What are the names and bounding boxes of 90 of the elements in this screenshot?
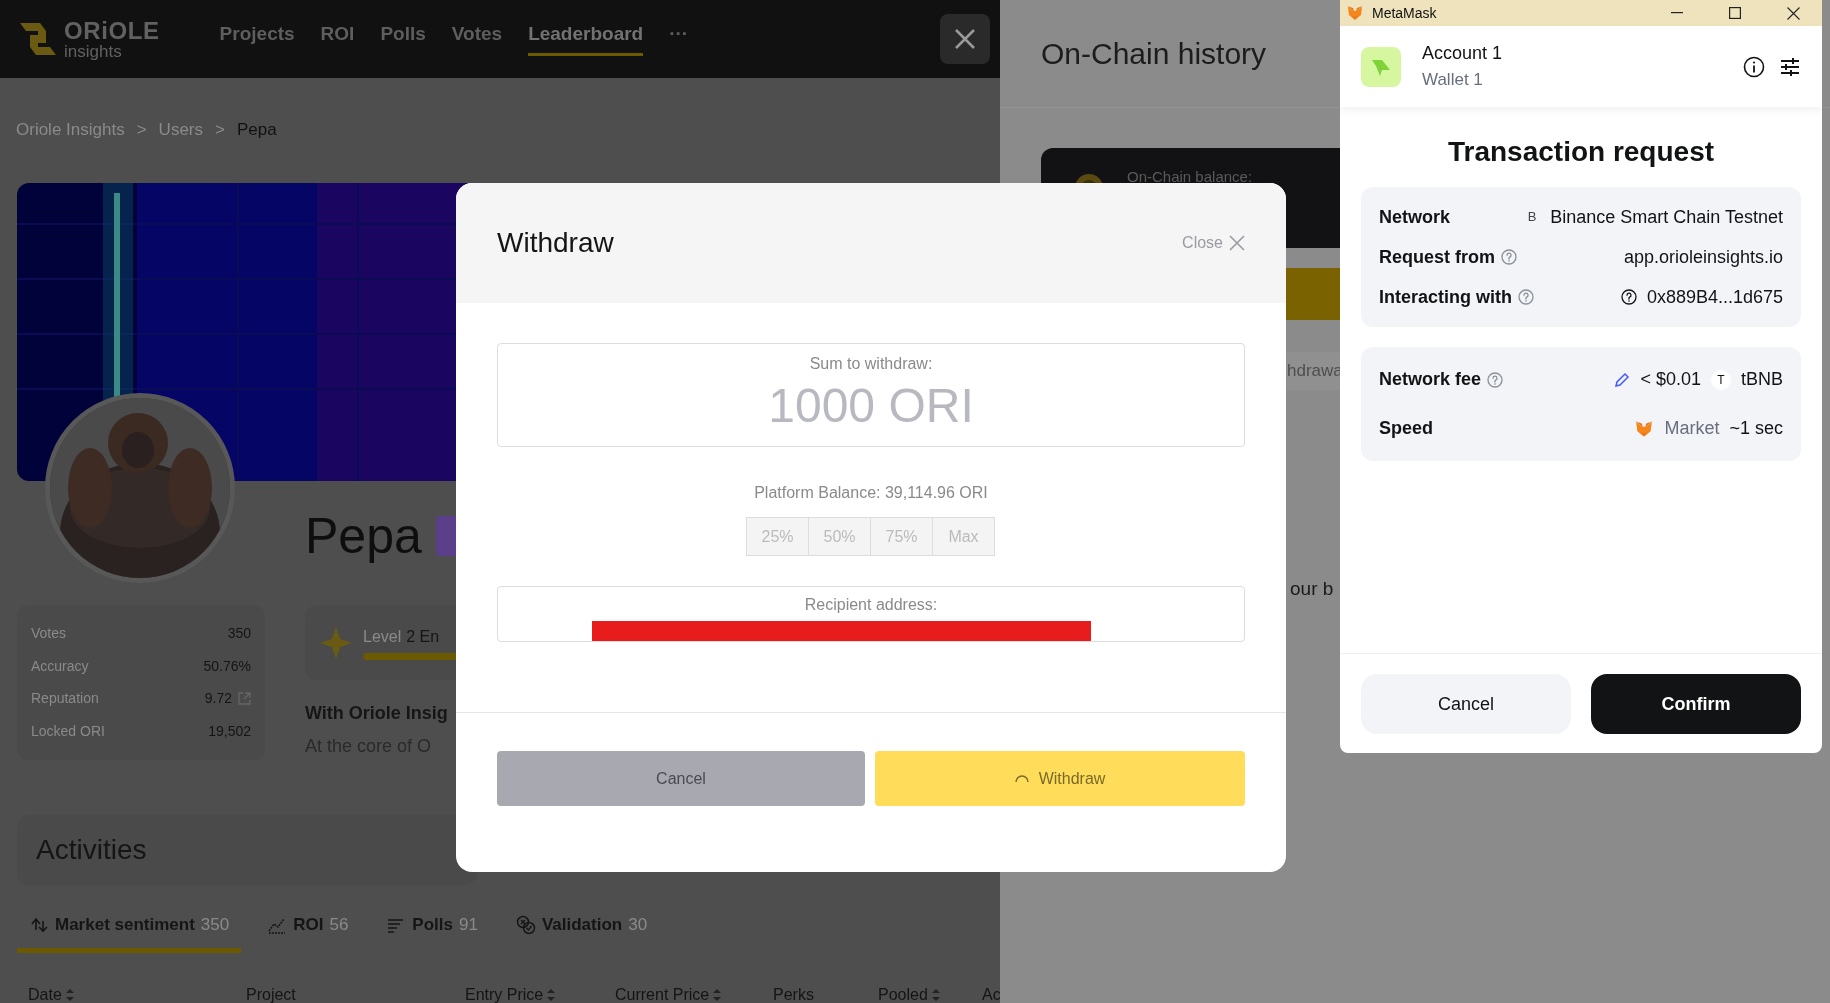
sort-icon (713, 988, 722, 1001)
close-icon (1229, 235, 1245, 251)
close-icon (1786, 6, 1800, 20)
breadcrumb-link[interactable]: Users (158, 117, 203, 143)
maximize-icon (1729, 7, 1741, 19)
column-header[interactable]: Project (246, 982, 296, 1003)
speed-eta: ~1 sec (1729, 417, 1783, 440)
settings-button[interactable] (1779, 55, 1801, 78)
percent-button[interactable]: 75% (870, 517, 933, 556)
detail-label: Network fee (1379, 368, 1482, 391)
user-name: Pepa (305, 511, 422, 561)
close-icon (953, 27, 977, 51)
activity-tab[interactable]: Validation 30 (503, 912, 660, 953)
stat-label: Reputation (31, 689, 99, 709)
balance-label: On-Chain balance: (1127, 167, 1253, 187)
external-link-icon (238, 692, 251, 706)
close-button[interactable] (940, 14, 990, 64)
edit-fee-button[interactable] (1614, 371, 1631, 388)
drawer-title: On-Chain history (1041, 36, 1267, 72)
logo-tagline: insights (64, 42, 123, 60)
token-name: tBNB (1741, 368, 1783, 391)
help-icon (1501, 249, 1517, 265)
unknown-contract-icon (1620, 289, 1637, 305)
recipient-field[interactable]: Recipient address: (497, 586, 1245, 642)
network-symbol: B (1526, 208, 1538, 227)
about-title: With Oriole Insig (305, 702, 449, 725)
detail-value: 0x889B4...1d675 (1646, 285, 1783, 309)
detail-value: app.orioleinsights.io (1623, 245, 1783, 269)
star-icon (319, 625, 353, 660)
sort-icon (547, 988, 556, 1001)
level-label: Level (363, 627, 402, 647)
balance-text: our b (1290, 577, 1335, 601)
info-icon (1743, 55, 1765, 78)
validation-icon (515, 914, 536, 935)
activity-tab[interactable]: ROI 56 (255, 912, 361, 953)
nav-link[interactable]: Polls (380, 12, 426, 56)
percent-button[interactable]: 25% (746, 517, 809, 556)
stat-label: Accuracy (31, 656, 89, 676)
sort-icon (65, 988, 74, 1001)
nav-link[interactable]: Votes (451, 12, 503, 56)
stat-label: Locked ORI (31, 722, 105, 742)
activity-tab[interactable]: Polls 91 (374, 912, 490, 953)
breadcrumb-link[interactable]: Oriole Insights (16, 117, 125, 143)
pencil-icon (1614, 371, 1631, 388)
column-header[interactable]: Ac (982, 982, 1000, 1003)
activity-tab[interactable]: Market sentiment 350 (17, 912, 242, 953)
detail-label: Network (1379, 205, 1450, 229)
column-header[interactable]: Perks (773, 982, 814, 1003)
minimize-icon (1671, 12, 1683, 14)
amount-field[interactable]: Sum to withdraw: 1000 ORI (497, 343, 1245, 447)
account-name: Account 1 (1422, 42, 1503, 66)
column-header[interactable]: Entry Price (465, 982, 544, 1003)
info-button[interactable] (1743, 55, 1765, 78)
percent-button[interactable]: Max (932, 517, 995, 556)
fox-icon (1346, 5, 1364, 21)
detail-value: Binance Smart Chain Testnet (1550, 205, 1783, 229)
fee-value: < $0.01 (1640, 368, 1701, 391)
cancel-button[interactable]: Cancel (497, 751, 865, 806)
help-icon (1518, 289, 1534, 305)
fox-icon (1634, 419, 1655, 438)
withdraw-button[interactable]: Withdraw (875, 751, 1245, 806)
dialog-title: Transaction request (1446, 135, 1716, 169)
tab-label: hdrawa (1287, 360, 1343, 383)
close-button[interactable]: Close (1182, 231, 1245, 255)
nav-link[interactable]: Projects (219, 12, 295, 56)
breadcrumb-separator: > (136, 119, 147, 142)
detail-label: Interacting with (1379, 285, 1512, 309)
settings-icon (1779, 55, 1801, 78)
dialog-title: Withdraw (497, 226, 614, 260)
stat-label: Votes (31, 623, 67, 643)
detail-label: Request from (1379, 245, 1495, 269)
nav-link[interactable]: ··· (669, 12, 689, 56)
nav-link[interactable]: Leaderboard (528, 12, 644, 56)
column-header[interactable]: Date (28, 982, 62, 1003)
percent-button[interactable]: 50% (808, 517, 871, 556)
wallet-name: Wallet 1 (1422, 69, 1484, 92)
breadcrumb-separator: > (215, 119, 225, 142)
token-badge: T (1711, 369, 1731, 390)
speed-value: Market (1664, 417, 1720, 440)
window-title: MetaMask (1372, 3, 1437, 23)
confirm-button[interactable]: Confirm (1591, 674, 1801, 734)
balance-text: Platform Balance: 39,114.96 ORI (753, 483, 989, 503)
sort-icon (931, 988, 940, 1001)
logo-wordmark: ORiOLE (64, 18, 160, 43)
help-icon (1487, 371, 1504, 388)
column-header[interactable]: Pooled (878, 982, 928, 1003)
nav-link[interactable]: ROI (320, 12, 355, 56)
cancel-button[interactable]: Cancel (1361, 674, 1571, 734)
column-header[interactable]: Current Price (615, 982, 710, 1003)
detail-label: Speed (1379, 417, 1434, 440)
